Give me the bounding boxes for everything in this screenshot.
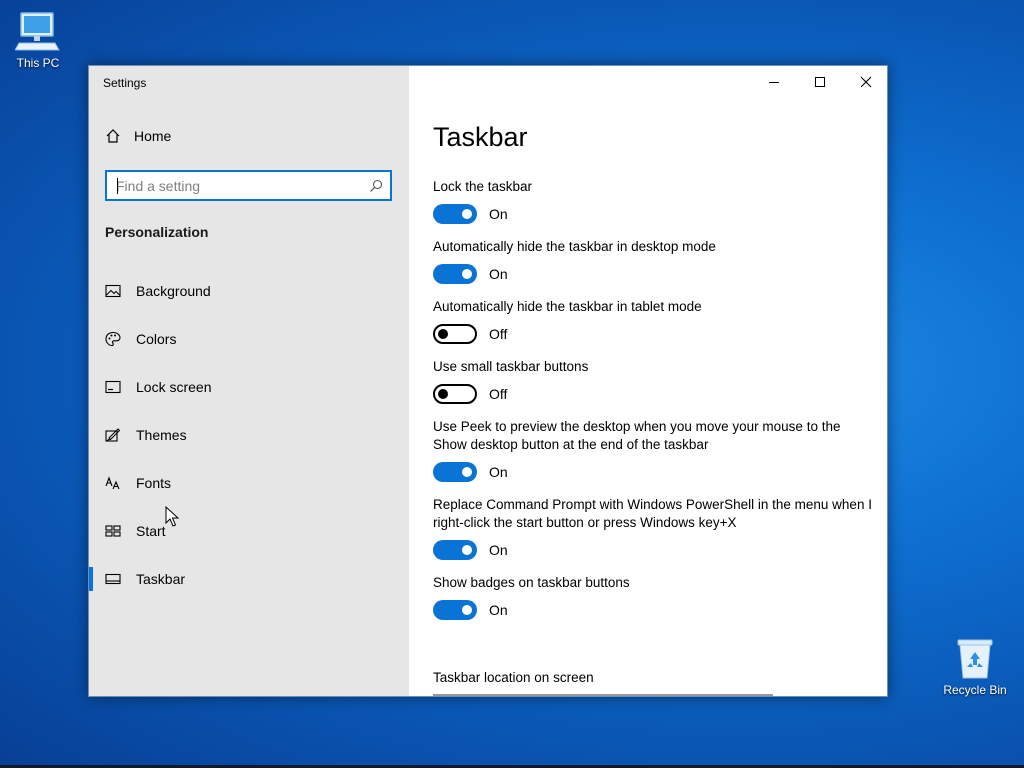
desktop-icon-label: Recycle Bin — [943, 683, 1007, 697]
minimize-icon — [769, 81, 779, 83]
page-title: Taskbar — [433, 122, 528, 152]
toggle-state: On — [489, 602, 508, 618]
setting-powershell: Replace Command Prompt with Windows Powe… — [433, 496, 873, 560]
nav-list: Background Colors Lock screen Themes Fon… — [89, 267, 409, 603]
minimize-button[interactable] — [751, 66, 797, 97]
sidebar-item-label: Colors — [136, 331, 177, 347]
toggle-switch[interactable] — [433, 462, 477, 482]
sidebar-item-label: Themes — [136, 427, 187, 443]
toggle-state: On — [489, 542, 508, 558]
maximize-icon — [815, 76, 825, 87]
recycle-bin-icon — [957, 639, 993, 679]
desktop-icon-recycle-bin[interactable]: Recycle Bin — [937, 637, 1013, 697]
setting-small-buttons: Use small taskbar buttons Off — [433, 358, 873, 404]
home-icon — [106, 129, 120, 143]
taskbar-location-label: Taskbar location on screen — [433, 670, 594, 685]
search-box[interactable] — [105, 170, 392, 201]
computer-icon — [15, 12, 60, 51]
setting-label: Automatically hide the taskbar in deskto… — [433, 239, 716, 254]
sidebar-item-label: Background — [136, 283, 211, 299]
search-input[interactable] — [107, 172, 357, 199]
sidebar: Settings Home Personalization Backgro — [89, 66, 409, 696]
taskbar-location-dropdown[interactable] — [433, 694, 773, 696]
taskbar-icon — [105, 573, 121, 585]
sidebar-item-fonts[interactable]: Fonts — [89, 459, 409, 507]
home-label: Home — [134, 128, 172, 144]
setting-label: Replace Command Prompt with Windows Powe… — [433, 497, 872, 530]
setting-peek: Use Peek to preview the desktop when you… — [433, 418, 873, 482]
setting-label: Automatically hide the taskbar in tablet… — [433, 299, 702, 314]
sidebar-item-home[interactable]: Home — [105, 128, 171, 144]
toggle-switch[interactable] — [433, 600, 477, 620]
settings-window: Settings Home Personalization Backgro — [88, 65, 888, 697]
setting-label: Use small taskbar buttons — [433, 359, 589, 374]
close-icon — [860, 76, 872, 87]
toggle-switch[interactable] — [433, 204, 477, 224]
start-icon — [105, 525, 121, 537]
setting-autohide-desktop: Automatically hide the taskbar in deskto… — [433, 238, 873, 284]
text-caret — [117, 178, 118, 194]
toggle-state: Off — [489, 386, 508, 402]
search-icon[interactable] — [369, 179, 383, 193]
desktop-icon-label: This PC — [16, 56, 60, 70]
fonts-icon — [105, 476, 120, 490]
toggle-state: On — [489, 206, 508, 222]
sidebar-item-label: Taskbar — [136, 571, 186, 587]
setting-autohide-tablet: Automatically hide the taskbar in tablet… — [433, 298, 873, 344]
setting-lock-taskbar: Lock the taskbar On — [433, 178, 873, 224]
lock-screen-icon — [105, 380, 121, 394]
sidebar-item-label: Lock screen — [136, 379, 212, 395]
setting-label: Show badges on taskbar buttons — [433, 575, 630, 590]
sidebar-item-label: Start — [136, 523, 166, 539]
sidebar-item-label: Fonts — [136, 475, 172, 491]
toggle-switch[interactable] — [433, 264, 477, 284]
mouse-cursor-icon — [165, 506, 179, 527]
toggle-state: Off — [489, 326, 508, 342]
settings-list: Lock the taskbar On Automatically hide t… — [433, 178, 873, 634]
window-title: Settings — [103, 76, 147, 90]
content-pane: Taskbar Lock the taskbar On Automaticall… — [409, 66, 887, 696]
sidebar-item-themes[interactable]: Themes — [89, 411, 409, 459]
sidebar-item-taskbar[interactable]: Taskbar — [89, 555, 409, 603]
setting-label: Use Peek to preview the desktop when you… — [433, 419, 841, 452]
toggle-switch[interactable] — [433, 540, 477, 560]
toggle-state: On — [489, 464, 508, 480]
palette-icon — [105, 331, 121, 347]
sidebar-item-lock-screen[interactable]: Lock screen — [89, 363, 409, 411]
setting-badges: Show badges on taskbar buttons On — [433, 574, 873, 620]
sidebar-item-background[interactable]: Background — [89, 267, 409, 315]
desktop-icon-this-pc[interactable]: This PC — [0, 10, 76, 70]
toggle-switch[interactable] — [433, 324, 477, 344]
close-button[interactable] — [843, 66, 887, 97]
sidebar-item-start[interactable]: Start — [89, 507, 409, 555]
themes-icon — [105, 428, 121, 442]
setting-label: Lock the taskbar — [433, 179, 533, 194]
toggle-switch[interactable] — [433, 384, 477, 404]
toggle-state: On — [489, 266, 508, 282]
maximize-button[interactable] — [797, 66, 843, 97]
window-controls — [751, 66, 887, 97]
section-title: Personalization — [105, 224, 209, 240]
sidebar-item-colors[interactable]: Colors — [89, 315, 409, 363]
picture-icon — [105, 284, 121, 298]
